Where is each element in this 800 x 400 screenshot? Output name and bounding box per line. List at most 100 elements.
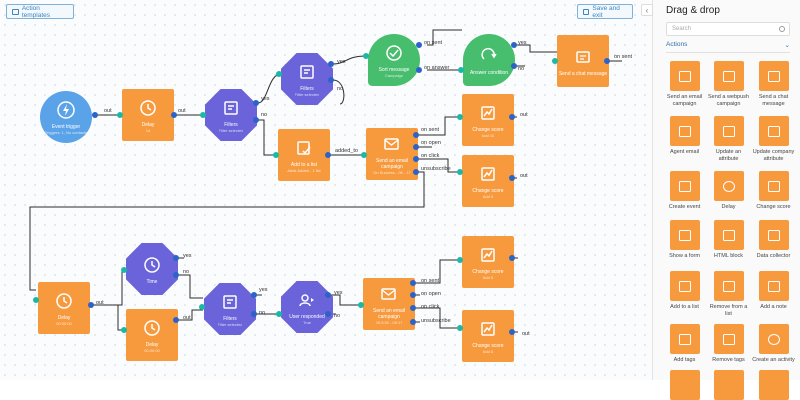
input-port[interactable] <box>457 114 463 120</box>
input-port[interactable] <box>199 304 205 310</box>
output-port[interactable] <box>511 42 517 48</box>
send-email-campaign-node[interactable]: Send an email campaign On Success - 06 -… <box>366 128 418 180</box>
action-tile[interactable]: Update company attribute <box>751 116 796 162</box>
action-tile[interactable]: Add to a list <box>662 271 707 311</box>
output-port[interactable] <box>410 292 416 298</box>
output-port[interactable] <box>251 292 257 298</box>
send-email-campaign-node[interactable]: Send an email campaign 09:3:30 - 09:17 <box>363 278 415 330</box>
action-tile[interactable]: Send a webpush campaign <box>706 61 751 107</box>
update-attribute-icon <box>713 116 744 146</box>
output-port[interactable] <box>173 255 179 261</box>
node-subtitle: 1d <box>145 128 151 133</box>
delay-node[interactable]: Delay 1d <box>122 89 174 141</box>
input-port[interactable] <box>276 311 282 317</box>
change-score-node[interactable]: Change score Add 10 <box>462 94 514 146</box>
answer-condition-node[interactable]: Answer condition <box>463 34 515 86</box>
link-label: out <box>520 173 528 179</box>
action-tile[interactable]: Data collector <box>751 220 796 260</box>
action-label: Create event <box>668 204 701 210</box>
output-port[interactable] <box>325 292 331 298</box>
output-port[interactable] <box>328 61 334 67</box>
actions-section-header[interactable]: Actions ⌄ <box>666 41 790 53</box>
sort-message-node[interactable]: Sort message Campaign <box>368 34 420 86</box>
input-port[interactable] <box>363 53 369 59</box>
form-icon <box>669 220 700 250</box>
action-tile[interactable] <box>662 370 707 400</box>
output-port[interactable] <box>416 67 422 73</box>
output-port[interactable] <box>509 329 515 335</box>
output-port[interactable] <box>509 175 515 181</box>
output-port[interactable] <box>410 305 416 311</box>
output-port[interactable] <box>171 112 177 118</box>
output-port[interactable] <box>511 63 517 69</box>
action-tile[interactable]: Agent email <box>662 116 707 156</box>
action-tile[interactable]: Send a chat message <box>751 61 796 107</box>
action-tile[interactable]: Send an email campaign <box>662 61 707 107</box>
action-tile[interactable]: Remove tags <box>706 324 751 364</box>
delay-node[interactable]: Delay 00:00:00 <box>38 282 90 334</box>
action-tile[interactable]: Create an activity <box>751 324 796 364</box>
input-port[interactable] <box>121 327 127 333</box>
input-port[interactable] <box>457 257 463 263</box>
input-port[interactable] <box>361 152 367 158</box>
output-port[interactable] <box>604 58 610 64</box>
output-port[interactable] <box>410 280 416 286</box>
output-port[interactable] <box>413 169 419 175</box>
output-port[interactable] <box>92 112 98 118</box>
action-tile[interactable]: Update an attribute <box>706 116 751 162</box>
output-port[interactable] <box>325 311 331 317</box>
change-score-node[interactable]: Change score Add 5 <box>462 236 514 288</box>
input-port[interactable] <box>117 112 123 118</box>
change-score-node[interactable]: Change score Add 5 <box>462 310 514 362</box>
note-icon <box>758 271 789 301</box>
input-port[interactable] <box>457 169 463 175</box>
filters-node[interactable]: Filters Filter selected <box>205 89 257 141</box>
action-tile[interactable]: Change score <box>751 171 796 211</box>
input-port[interactable] <box>200 112 206 118</box>
action-tile[interactable]: Create event <box>662 171 707 211</box>
send-chat-message-node[interactable]: Send a chat message <box>557 35 609 87</box>
output-port[interactable] <box>251 311 257 317</box>
link-label: out <box>96 300 104 306</box>
output-port[interactable] <box>509 255 515 261</box>
action-tile[interactable] <box>751 370 796 400</box>
action-tile[interactable]: HTML block <box>706 220 751 260</box>
output-port[interactable] <box>413 132 419 138</box>
output-port[interactable] <box>173 272 179 278</box>
event-trigger-node[interactable]: Event trigger Triggers: 1, No contacts <box>40 91 92 143</box>
input-port[interactable] <box>457 325 463 331</box>
action-tile[interactable] <box>706 370 751 400</box>
change-score-node[interactable]: Change score Add 5 <box>462 155 514 207</box>
input-port[interactable] <box>273 152 279 158</box>
action-tile[interactable]: Show a form <box>662 220 707 260</box>
output-port[interactable] <box>325 152 331 158</box>
output-port[interactable] <box>253 117 259 123</box>
panel-title: Drag & drop <box>666 5 720 16</box>
link-label: unsubscribe <box>421 318 451 324</box>
output-port[interactable] <box>410 319 416 325</box>
action-tile[interactable]: Remove from a list <box>706 271 751 317</box>
input-port[interactable] <box>458 67 464 73</box>
output-port[interactable] <box>88 302 94 308</box>
output-port[interactable] <box>416 42 422 48</box>
output-port[interactable] <box>253 100 259 106</box>
action-tile[interactable]: Delay <box>706 171 751 211</box>
output-port[interactable] <box>328 77 334 83</box>
action-tile[interactable]: Add tags <box>662 324 707 364</box>
add-to-list-node[interactable]: Add to a list Adds Added - 1 list <box>278 129 330 181</box>
output-port[interactable] <box>509 114 515 120</box>
output-port[interactable] <box>413 144 419 150</box>
panel-collapse-button[interactable]: ‹ <box>641 4 653 16</box>
output-port[interactable] <box>413 156 419 162</box>
delay-node[interactable]: Delay 00:00:00 <box>126 309 178 361</box>
action-tile[interactable]: Add a note <box>751 271 796 311</box>
action-search-input[interactable]: Search <box>666 22 790 36</box>
input-port[interactable] <box>358 302 364 308</box>
input-port[interactable] <box>276 71 282 77</box>
input-port[interactable] <box>552 58 558 64</box>
workflow-canvas[interactable]: Action templates Save and exit › <box>0 0 652 380</box>
input-port[interactable] <box>121 267 127 273</box>
output-port[interactable] <box>173 317 179 323</box>
action-label: Add to a list <box>670 304 699 310</box>
input-port[interactable] <box>33 297 39 303</box>
